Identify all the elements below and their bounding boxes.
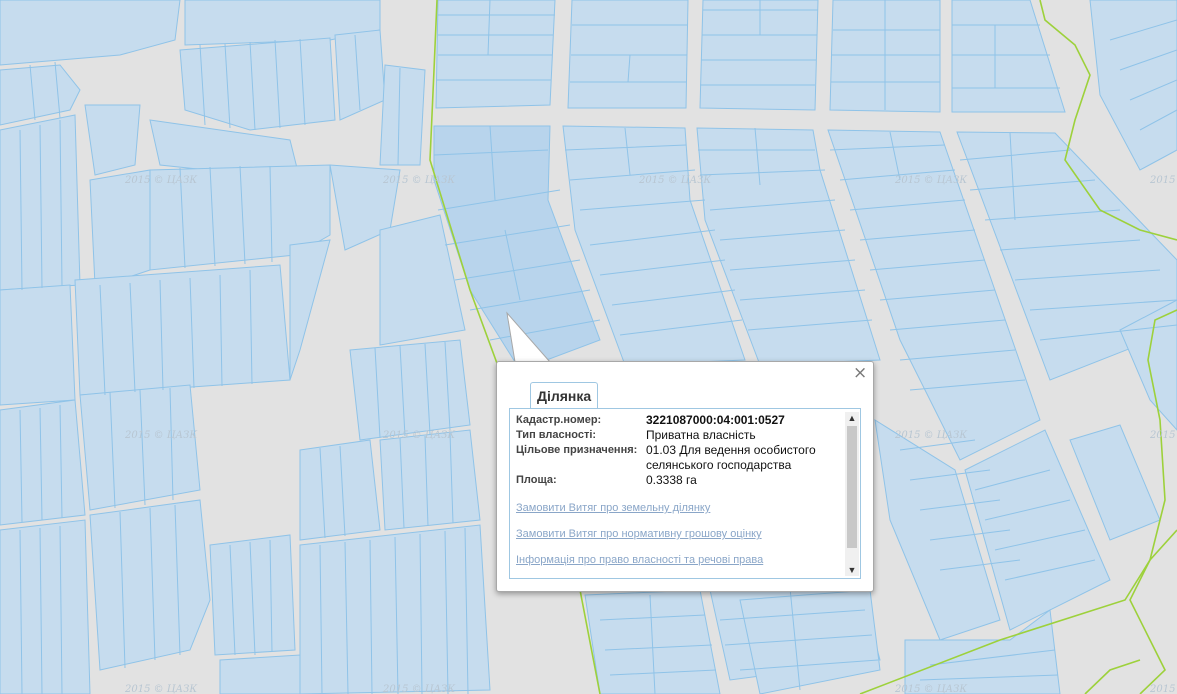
parcel[interactable] xyxy=(379,64,426,166)
watermark: 2015 © ЦАЗК xyxy=(894,430,967,441)
parcel[interactable] xyxy=(74,264,291,396)
watermark: 2015 © ЦАЗК xyxy=(1149,175,1177,186)
parcel[interactable] xyxy=(219,654,301,694)
parcel-info-popup: × Ділянка Кадастр.номер: 3221087000:04:0… xyxy=(496,361,874,592)
field-value: Приватна власність xyxy=(646,428,756,442)
parcel[interactable] xyxy=(699,0,819,111)
field-ownership-type: Тип власності: Приватна власність xyxy=(516,428,840,443)
parcel[interactable] xyxy=(435,0,556,109)
popup-content: Кадастр.номер: 3221087000:04:001:0527 Ти… xyxy=(509,409,861,579)
scroll-down-icon[interactable]: ▼ xyxy=(845,564,859,576)
field-label: Цільове призначення: xyxy=(516,444,638,456)
order-land-extract-link[interactable]: Замовити Витяг про земельну ділянку xyxy=(516,502,840,514)
field-cadastral-number: Кадастр.номер: 3221087000:04:001:0527 xyxy=(516,413,840,428)
watermark: 2015 © ЦАЗК xyxy=(382,684,455,694)
watermark: 2015 © ЦАЗК xyxy=(894,175,967,186)
parcel[interactable] xyxy=(79,384,201,511)
watermark: 2015 © ЦАЗК xyxy=(894,684,967,694)
parcel[interactable] xyxy=(0,519,91,694)
close-icon[interactable]: × xyxy=(853,365,867,382)
watermark: 2015 © ЦАЗК xyxy=(124,684,197,694)
field-area: Площа: 0.3338 га xyxy=(516,473,840,488)
watermark: 2015 © ЦАЗК xyxy=(124,175,197,186)
field-value: 01.03 Для ведення особистого селянського… xyxy=(646,443,816,472)
watermark: 2015 © ЦАЗК xyxy=(382,175,455,186)
order-valuation-extract-link[interactable]: Замовити Витяг про нормативну грошову оц… xyxy=(516,528,840,540)
popup-scrollbar[interactable]: ▲ ▼ xyxy=(845,412,859,576)
parcel[interactable] xyxy=(84,104,141,176)
watermark: 2015 © ЦАЗК xyxy=(124,430,197,441)
field-label: Тип власності: xyxy=(516,429,597,441)
watermark: 2015 © ЦАЗК xyxy=(1149,684,1177,694)
field-value: 3221087000:04:001:0527 xyxy=(646,413,785,427)
watermark: 2015 © ЦАЗК xyxy=(382,430,455,441)
parcel[interactable] xyxy=(89,499,211,671)
field-label: Кадастр.номер: xyxy=(516,414,602,426)
parcel-details: Кадастр.номер: 3221087000:04:001:0527 Ти… xyxy=(516,413,840,566)
watermark: 2015 © ЦАЗК xyxy=(1149,430,1177,441)
watermark: 2015 © ЦАЗК xyxy=(638,175,711,186)
field-purpose: Цільове призначення: 01.03 Для ведення о… xyxy=(516,443,840,473)
parcel[interactable] xyxy=(379,429,481,531)
parcel[interactable] xyxy=(0,399,86,526)
parcel[interactable] xyxy=(349,339,471,441)
scroll-up-icon[interactable]: ▲ xyxy=(845,412,859,424)
parcel[interactable] xyxy=(567,0,689,109)
field-label: Площа: xyxy=(516,474,557,486)
ownership-rights-info-link[interactable]: Інформація про право власності та речові… xyxy=(516,554,840,566)
parcel[interactable] xyxy=(0,284,76,406)
field-value: 0.3338 га xyxy=(646,473,697,487)
parcel[interactable] xyxy=(89,169,151,286)
tab-parcel[interactable]: Ділянка xyxy=(530,382,599,409)
scrollbar-thumb[interactable] xyxy=(847,426,857,548)
